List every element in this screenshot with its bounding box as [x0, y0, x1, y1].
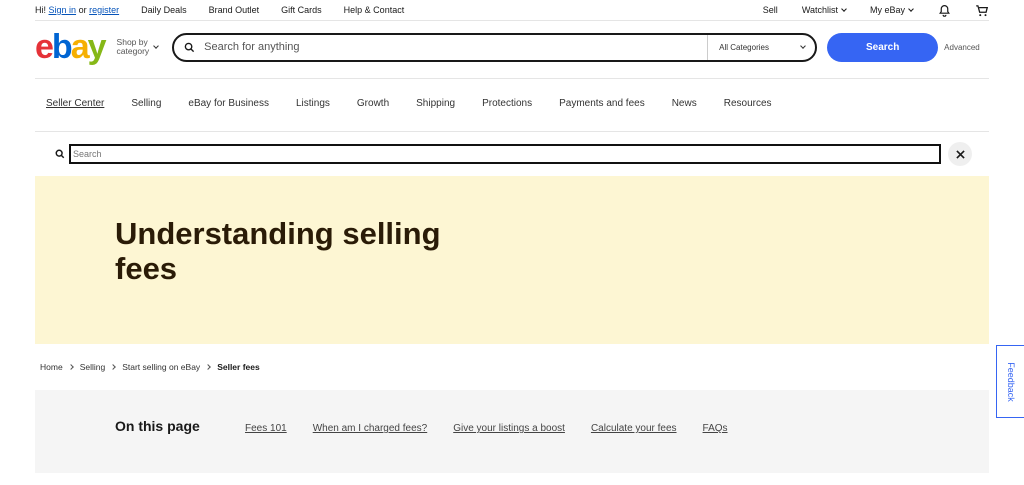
nav-payments-and-fees[interactable]: Payments and fees: [559, 98, 645, 112]
global-search-box: All Categories: [172, 32, 818, 62]
breadcrumb-home[interactable]: Home: [40, 362, 63, 372]
nav-growth[interactable]: Growth: [357, 98, 389, 112]
divider: [35, 131, 989, 132]
divider: [35, 78, 989, 79]
my-ebay-label: My eBay: [869, 5, 905, 15]
greeting-text: Hi!: [35, 5, 46, 15]
chevron-right-icon: [205, 364, 212, 370]
anchor-when-charged[interactable]: When am I charged fees?: [313, 423, 428, 434]
nav-shipping[interactable]: Shipping: [416, 98, 455, 112]
category-select[interactable]: All Categories: [707, 34, 815, 60]
search-button[interactable]: Search: [827, 32, 939, 62]
logo-letter: y: [87, 28, 107, 66]
on-this-page-heading: On this page: [115, 418, 200, 434]
category-select-value: All Categories: [719, 42, 769, 52]
bell-icon[interactable]: [937, 3, 951, 17]
search-input[interactable]: [204, 41, 708, 53]
breadcrumb-selling[interactable]: Selling: [80, 362, 106, 372]
sell-link[interactable]: Sell: [763, 5, 778, 15]
anchor-fees-101[interactable]: Fees 101: [245, 423, 287, 434]
ebay-logo[interactable]: e b a y: [35, 28, 107, 66]
main-header: e b a y Shop by category All Categories …: [35, 24, 989, 70]
feedback-label: Feedback: [1005, 361, 1016, 402]
page-title: Understanding selling fees: [115, 216, 441, 286]
top-utility-bar: Hi! Sign in or register Daily Deals Bran…: [35, 0, 989, 20]
anchor-boost-listings[interactable]: Give your listings a boost: [453, 423, 565, 434]
watchlist-label: Watchlist: [801, 5, 838, 15]
anchor-calculate-fees[interactable]: Calculate your fees: [591, 423, 677, 434]
divider: [35, 20, 989, 21]
cart-icon[interactable]: [975, 3, 989, 17]
watchlist-menu[interactable]: Watchlist: [801, 5, 847, 15]
or-text: or: [78, 5, 87, 15]
search-icon: [55, 149, 69, 159]
chevron-down-icon: [153, 42, 159, 49]
close-icon[interactable]: [948, 142, 972, 166]
on-this-page-section: On this page Fees 101 When am I charged …: [35, 390, 989, 473]
nav-news[interactable]: News: [672, 98, 697, 112]
my-ebay-menu[interactable]: My eBay: [869, 5, 914, 15]
page-search-bar: [55, 142, 973, 166]
nav-selling[interactable]: Selling: [131, 98, 161, 112]
feedback-tab[interactable]: Feedback: [996, 345, 1024, 418]
nav-protections[interactable]: Protections: [482, 98, 532, 112]
breadcrumb: Home Selling Start selling on eBay Selle…: [40, 362, 260, 372]
chevron-down-icon: [841, 5, 847, 12]
sign-in-link[interactable]: Sign in: [49, 5, 77, 15]
category-label: category: [116, 46, 150, 56]
anchor-faqs[interactable]: FAQs: [703, 423, 728, 434]
seller-center-nav: Seller Center Selling eBay for Business …: [46, 98, 799, 112]
greeting: Hi! Sign in or register: [35, 5, 119, 15]
on-this-page-links: Fees 101 When am I charged fees? Give yo…: [245, 423, 754, 434]
advanced-search-link[interactable]: Advanced: [944, 43, 980, 52]
breadcrumb-current: Seller fees: [217, 362, 260, 372]
nav-listings[interactable]: Listings: [296, 98, 330, 112]
chevron-down-icon: [908, 5, 914, 12]
logo-letter: b: [51, 28, 73, 66]
daily-deals-link[interactable]: Daily Deals: [141, 5, 187, 15]
chevron-right-icon: [67, 364, 74, 370]
hero-banner: Understanding selling fees: [35, 176, 989, 344]
help-contact-link[interactable]: Help & Contact: [344, 5, 405, 15]
logo-letter: a: [70, 28, 90, 66]
search-icon: [174, 42, 204, 53]
chevron-down-icon: [800, 42, 806, 49]
chevron-right-icon: [110, 364, 117, 370]
logo-letter: e: [35, 28, 54, 66]
gift-cards-link[interactable]: Gift Cards: [281, 5, 322, 15]
register-link[interactable]: register: [89, 5, 119, 15]
nav-seller-center[interactable]: Seller Center: [46, 98, 104, 112]
nav-ebay-for-business[interactable]: eBay for Business: [188, 98, 269, 112]
page-search-input[interactable]: [69, 144, 941, 164]
breadcrumb-start-selling[interactable]: Start selling on eBay: [122, 362, 200, 372]
shop-by-category-button[interactable]: Shop by category: [116, 37, 159, 57]
nav-resources[interactable]: Resources: [724, 98, 772, 112]
brand-outlet-link[interactable]: Brand Outlet: [209, 5, 260, 15]
